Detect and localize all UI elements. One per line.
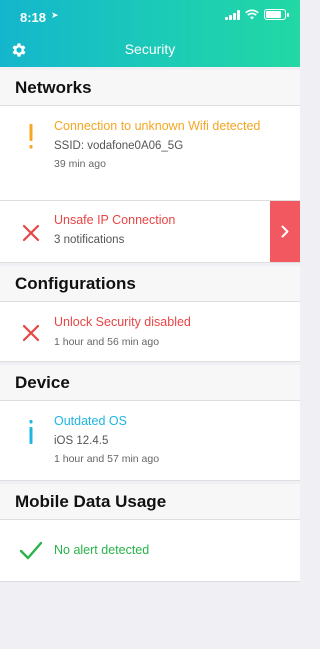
empty-background <box>0 582 300 649</box>
battery-icon <box>264 9 289 20</box>
section-header-device: Device <box>0 365 300 401</box>
wifi-icon <box>245 9 259 20</box>
status-bar: 8:18 ➤ <box>0 0 300 30</box>
app-header: 8:18 ➤ Security <box>0 0 300 67</box>
checkmark-icon <box>18 538 44 564</box>
info-icon <box>18 419 44 445</box>
alert-title: Outdated OS <box>54 414 127 428</box>
status-title: No alert detected <box>54 543 150 557</box>
section-header-configurations: Configurations <box>0 266 300 302</box>
alert-row-outdated-os[interactable]: Outdated OS iOS 12.4.5 1 hour and 57 min… <box>0 401 300 481</box>
status-time: 8:18 <box>20 10 47 25</box>
alert-version: iOS 12.4.5 <box>54 435 109 447</box>
status-indicators <box>225 9 289 20</box>
chevron-right-icon <box>281 225 289 238</box>
cellular-signal-icon <box>225 10 240 20</box>
status-row-mobile-data[interactable]: No alert detected <box>0 520 300 582</box>
alert-row-unknown-wifi[interactable]: Connection to unknown Wifi detected SSID… <box>0 106 300 201</box>
alert-title: Connection to unknown Wifi detected <box>54 119 261 133</box>
page-title: Security <box>124 41 176 57</box>
alert-time: 1 hour and 57 min ago <box>54 453 160 465</box>
chevron-right-button[interactable] <box>270 201 300 262</box>
alert-row-unlock-security[interactable]: Unlock Security disabled 1 hour and 56 m… <box>0 302 300 362</box>
x-icon <box>18 320 44 346</box>
section-header-mobile-data: Mobile Data Usage <box>0 484 300 520</box>
alert-subtitle: 3 notifications <box>54 234 125 246</box>
alert-time: 1 hour and 56 min ago <box>54 336 160 348</box>
x-icon <box>18 220 44 246</box>
section-header-networks: Networks <box>0 70 300 106</box>
alert-ssid: SSID: vodafone0A06_5G <box>54 140 184 152</box>
alert-time: 39 min ago <box>54 158 106 170</box>
alert-title: Unlock Security disabled <box>54 315 191 329</box>
alert-row-unsafe-ip[interactable]: Unsafe IP Connection 3 notifications <box>0 201 300 263</box>
alert-title: Unsafe IP Connection <box>54 213 176 227</box>
exclamation-icon <box>18 124 44 150</box>
location-icon: ➤ <box>51 10 59 20</box>
